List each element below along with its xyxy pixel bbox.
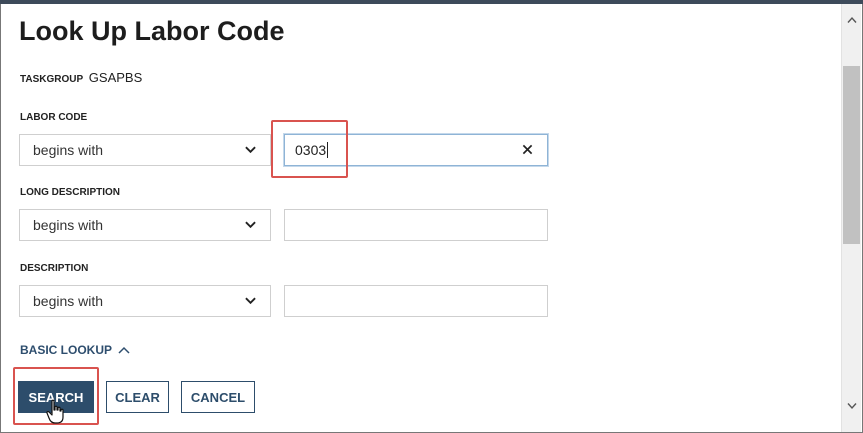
basic-lookup-toggle[interactable]: BASIC LOOKUP [20, 343, 130, 357]
cancel-button[interactable]: CANCEL [181, 381, 255, 413]
description-operator-value: begins with [33, 293, 104, 309]
text-caret [327, 142, 329, 158]
chevron-up-icon [118, 346, 130, 354]
chevron-down-icon [245, 297, 256, 305]
scroll-up-arrow-icon[interactable] [847, 16, 857, 24]
long-description-operator-value: begins with [33, 217, 104, 233]
scroll-down-arrow-icon[interactable] [847, 402, 857, 410]
long-description-operator-select[interactable]: begins with [19, 209, 271, 241]
taskgroup-value: GSAPBS [88, 70, 143, 85]
chevron-down-icon [245, 146, 256, 154]
labor-code-label: LABOR CODE [20, 112, 88, 123]
hand-cursor-icon [46, 399, 64, 424]
taskgroup-info: TASKGROUP GSAPBS [20, 70, 142, 85]
description-input[interactable] [284, 285, 548, 317]
vertical-scrollbar[interactable] [841, 4, 861, 432]
basic-lookup-label: BASIC LOOKUP [20, 343, 113, 357]
labor-code-operator-select[interactable]: begins with [19, 134, 271, 166]
clear-button[interactable]: CLEAR [106, 381, 169, 413]
long-description-label: LONG DESCRIPTION [20, 187, 121, 198]
lookup-dialog: Look Up Labor Code TASKGROUP GSAPBS LABO… [1, 4, 841, 432]
chevron-down-icon [245, 221, 256, 229]
long-description-input[interactable] [284, 209, 548, 241]
labor-code-operator-value: begins with [33, 142, 104, 158]
description-label: DESCRIPTION [20, 263, 89, 274]
labor-code-input-value: 0303 [295, 142, 327, 158]
labor-code-input[interactable]: 0303 [284, 134, 548, 166]
close-icon[interactable] [522, 144, 533, 155]
scrollbar-thumb[interactable] [843, 66, 860, 244]
description-operator-select[interactable]: begins with [19, 285, 271, 317]
taskgroup-label: TASKGROUP [20, 74, 84, 85]
dialog-title: Look Up Labor Code [19, 16, 285, 46]
